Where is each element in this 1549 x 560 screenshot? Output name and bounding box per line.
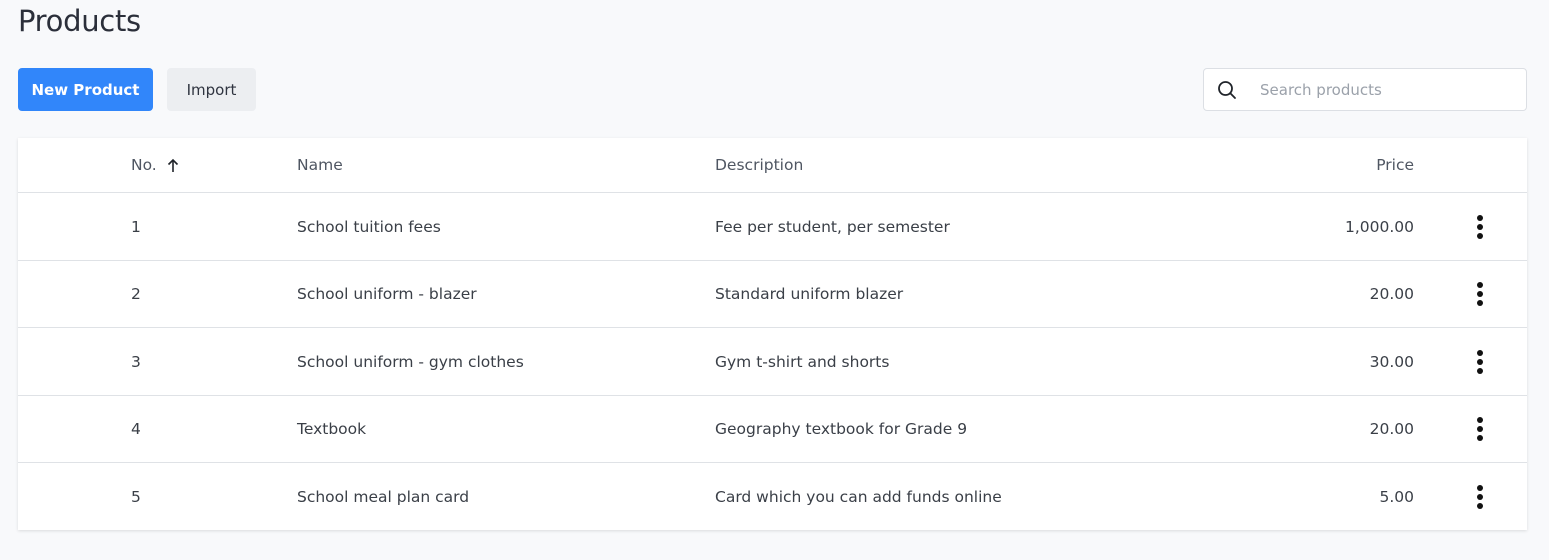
more-vertical-icon (1477, 417, 1483, 441)
cell-no: 5 (131, 487, 141, 506)
table-row[interactable]: 5 School meal plan card Card which you can… (18, 463, 1527, 530)
cell-price: 20.00 (1369, 285, 1414, 303)
column-header-no[interactable]: No. (131, 138, 179, 192)
cell-description: Card which you can add funds online (715, 487, 1002, 506)
cell-no: 3 (131, 352, 141, 371)
cell-price: 1,000.00 (1344, 217, 1414, 236)
cell-name: School uniform - gym clothes (297, 352, 524, 371)
cell-name: School uniform - blazer (297, 285, 477, 303)
cell-no: 4 (131, 420, 141, 438)
cell-description: Gym t-shirt and shorts (715, 352, 890, 371)
cell-name: School tuition fees (297, 217, 441, 236)
column-header-name[interactable]: Name (297, 138, 343, 192)
import-button[interactable]: Import (167, 68, 256, 111)
search-input[interactable] (1258, 79, 1512, 100)
cell-description: Fee per student, per semester (715, 217, 950, 236)
table-row[interactable]: 3 School uniform - gym clothes Gym t-shirt… (18, 328, 1527, 396)
cell-price: 30.00 (1369, 352, 1414, 371)
table-row[interactable]: 4 Textbook Geography textbook for Grade 9 2… (18, 396, 1527, 463)
row-menu-button[interactable] (1468, 328, 1492, 395)
more-vertical-icon (1477, 214, 1483, 239)
more-vertical-icon (1477, 349, 1483, 374)
cell-price: 20.00 (1369, 420, 1414, 438)
column-header-price[interactable]: Price (1376, 138, 1414, 192)
products-table: No. Name Description Price 1 School tuiti… (18, 138, 1527, 530)
row-menu-button[interactable] (1468, 193, 1492, 260)
cell-no: 2 (131, 285, 141, 303)
new-product-button[interactable]: New Product (18, 68, 153, 111)
cell-no: 1 (131, 217, 141, 236)
search-box[interactable] (1203, 68, 1527, 111)
arrow-up-icon (167, 158, 179, 173)
more-vertical-icon (1477, 282, 1483, 306)
row-menu-button[interactable] (1468, 261, 1492, 327)
cell-description: Standard uniform blazer (715, 285, 904, 303)
search-icon (1216, 79, 1238, 101)
table-header-row: No. Name Description Price (18, 138, 1527, 193)
more-vertical-icon (1477, 484, 1483, 509)
cell-description: Geography textbook for Grade 9 (715, 420, 968, 438)
cell-name: Textbook (297, 420, 367, 438)
cell-price: 5.00 (1379, 487, 1414, 506)
cell-name: School meal plan card (297, 487, 470, 506)
row-menu-button[interactable] (1468, 463, 1492, 530)
row-menu-button[interactable] (1468, 396, 1492, 462)
page-title: Products (18, 4, 141, 38)
table-row[interactable]: 1 School tuition fees Fee per student, per… (18, 193, 1527, 261)
column-header-description[interactable]: Description (715, 138, 803, 192)
table-row[interactable]: 2 School uniform - blazer Standard uniform… (18, 261, 1527, 328)
column-header-label: No. (131, 156, 157, 174)
